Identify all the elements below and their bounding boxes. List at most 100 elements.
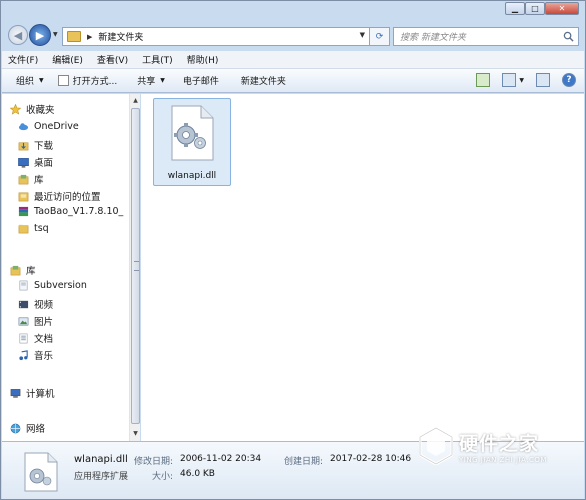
recent-places-icon [18,192,29,201]
sidebar-item-recent-places[interactable]: 最近访问的位置 [18,189,101,203]
created-date-value: 2017-02-28 10:46 [330,454,412,464]
desktop-icon [18,157,29,168]
sidebar-label: tsq [34,223,49,234]
search-icon [563,31,574,42]
back-arrow-icon: ◀ [13,28,23,42]
navigation-pane: 收藏夹 OneDrive 下载 桌面 库 最近访问的位置 TaoBao_V1.7… [2,94,129,441]
sidebar-item-tsq[interactable]: tsq [18,223,49,234]
chevron-down-icon: ▼ [160,77,165,84]
menu-tools[interactable]: 工具(T) [142,53,173,66]
sidebar-item-computer[interactable]: 计算机 [10,386,55,400]
sidebar-item-desktop[interactable]: 桌面 [18,155,53,169]
sidebar-item-libraries[interactable]: 库 [10,263,36,277]
search-placeholder: 搜索 新建文件夹 [400,33,466,43]
address-bar[interactable]: ▶ 新建文件夹 ▼ [62,27,370,46]
sidebar-item-downloads[interactable]: 下载 [18,138,53,152]
address-row: ◀ ▶ ▼ ▶ 新建文件夹 ▼ ⟳ 搜索 新建文件夹 [1,21,585,51]
cloud-icon [18,123,29,131]
share-label: 共享 [137,77,156,87]
maximize-button[interactable]: □ [525,2,545,15]
sidebar-item-music[interactable]: 音乐 [18,348,53,362]
search-input[interactable]: 搜索 新建文件夹 [393,27,579,46]
sidebar-label: 收藏夹 [26,105,55,116]
email-label: 电子邮件 [182,77,219,87]
document-icon [19,333,28,343]
change-view-icon[interactable] [502,73,517,87]
forward-arrow-icon: ▶ [35,28,45,42]
recent-pages-dropdown[interactable]: ▼ [53,31,58,38]
email-button[interactable]: 电子邮件 [183,74,219,87]
sidebar-label: 音乐 [34,351,54,362]
chevron-down-icon[interactable]: ▼ [519,77,524,84]
new-folder-button[interactable]: 新建文件夹 [241,74,286,87]
navigation-scrollbar[interactable]: ▲ ▼ [129,94,140,441]
breadcrumb-current-folder[interactable]: 新建文件夹 [98,30,143,43]
sidebar-item-documents[interactable]: 文档 [18,331,53,345]
preview-toggle-icon[interactable] [476,73,491,87]
sidebar-item-subversion[interactable]: Subversion [18,280,87,291]
sidebar-item-pictures[interactable]: 图片 [18,314,53,328]
sidebar-label: 计算机 [26,389,55,400]
sidebar-label: 图片 [34,317,54,328]
refresh-button[interactable]: ⟳ [370,27,390,46]
close-button[interactable]: ✕ [545,2,579,15]
file-item-selected[interactable]: wlanapi.dll [153,98,231,186]
organize-label: 组织 [16,77,35,87]
music-icon [19,349,28,360]
menu-help[interactable]: 帮助(H) [187,53,219,66]
refresh-icon: ⟳ [375,31,384,42]
watermark-title: 硬件之家 [459,433,540,455]
chevron-down-icon: ▼ [39,77,44,84]
explorer-window: ▁ □ ✕ ◀ ▶ ▼ ▶ 新建文件夹 ▼ ⟳ 搜索 新建文件夹 文件(F) 编… [0,0,586,500]
caption-buttons: ▁ □ ✕ [505,2,579,15]
share-button[interactable]: 共享 ▼ [137,74,165,87]
dll-file-icon [171,105,214,161]
menu-bar: 文件(F) 编辑(E) 查看(V) 工具(T) 帮助(H) [2,51,584,69]
organize-button[interactable]: 组织 ▼ [16,74,44,87]
sidebar-label: 最近访问的位置 [34,192,101,203]
command-bar: 组织 ▼ 打开方式... 共享 ▼ 电子邮件 新建文件夹 ▼ ? [2,69,584,93]
new-folder-label: 新建文件夹 [240,77,286,87]
sidebar-item-favorites[interactable]: 收藏夹 [10,102,55,116]
library-icon [10,265,21,275]
sidebar-item-library[interactable]: 库 [18,172,44,186]
picture-icon [18,317,29,325]
sidebar-label: 库 [34,175,44,186]
menu-edit[interactable]: 编辑(E) [52,53,83,66]
sidebar-label: Subversion [34,280,87,291]
menu-file[interactable]: 文件(F) [8,53,38,66]
sidebar-item-taobao[interactable]: TaoBao_V1.7.8.10_ [18,206,123,217]
sidebar-item-videos[interactable]: 视频 [18,297,53,311]
sidebar-label: 库 [26,266,36,277]
minimize-button[interactable]: ▁ [505,2,525,15]
view-controls: ▼ ? [464,73,576,87]
sidebar-item-network[interactable]: 网络 [10,421,45,435]
sidebar-label: 网络 [26,424,46,435]
scroll-down-icon[interactable]: ▼ [131,428,140,440]
sidebar-label: OneDrive [34,121,79,132]
network-icon [10,423,21,433]
dll-file-icon [24,452,58,492]
sidebar-item-onedrive[interactable]: OneDrive [18,121,79,132]
document-library-icon [19,280,28,291]
back-button[interactable]: ◀ [8,25,28,45]
archive-icon [18,206,29,217]
details-file-type: 应用程序扩展 [74,472,129,482]
sidebar-label: TaoBao_V1.7.8.10_ [34,206,124,217]
address-dropdown-icon[interactable]: ▼ [360,31,365,39]
scroll-up-icon[interactable]: ▲ [131,95,140,107]
forward-button[interactable]: ▶ [29,24,51,46]
menu-view[interactable]: 查看(V) [97,53,128,66]
file-list-view[interactable]: wlanapi.dll [141,94,584,441]
help-icon[interactable]: ? [562,73,576,87]
open-with-icon [57,75,69,86]
open-with-button[interactable]: 打开方式... [57,74,117,87]
scrollbar-thumb[interactable] [131,108,140,424]
details-file-name: wlanapi.dll [74,454,128,465]
preview-pane-icon[interactable] [536,73,550,87]
folder-icon [67,31,81,42]
breadcrumb-separator-icon[interactable]: ▶ [87,33,92,41]
modified-date-label: 修改日期: [134,457,174,467]
size-label: 大小: [152,472,174,482]
sidebar-label: 文档 [34,334,54,345]
